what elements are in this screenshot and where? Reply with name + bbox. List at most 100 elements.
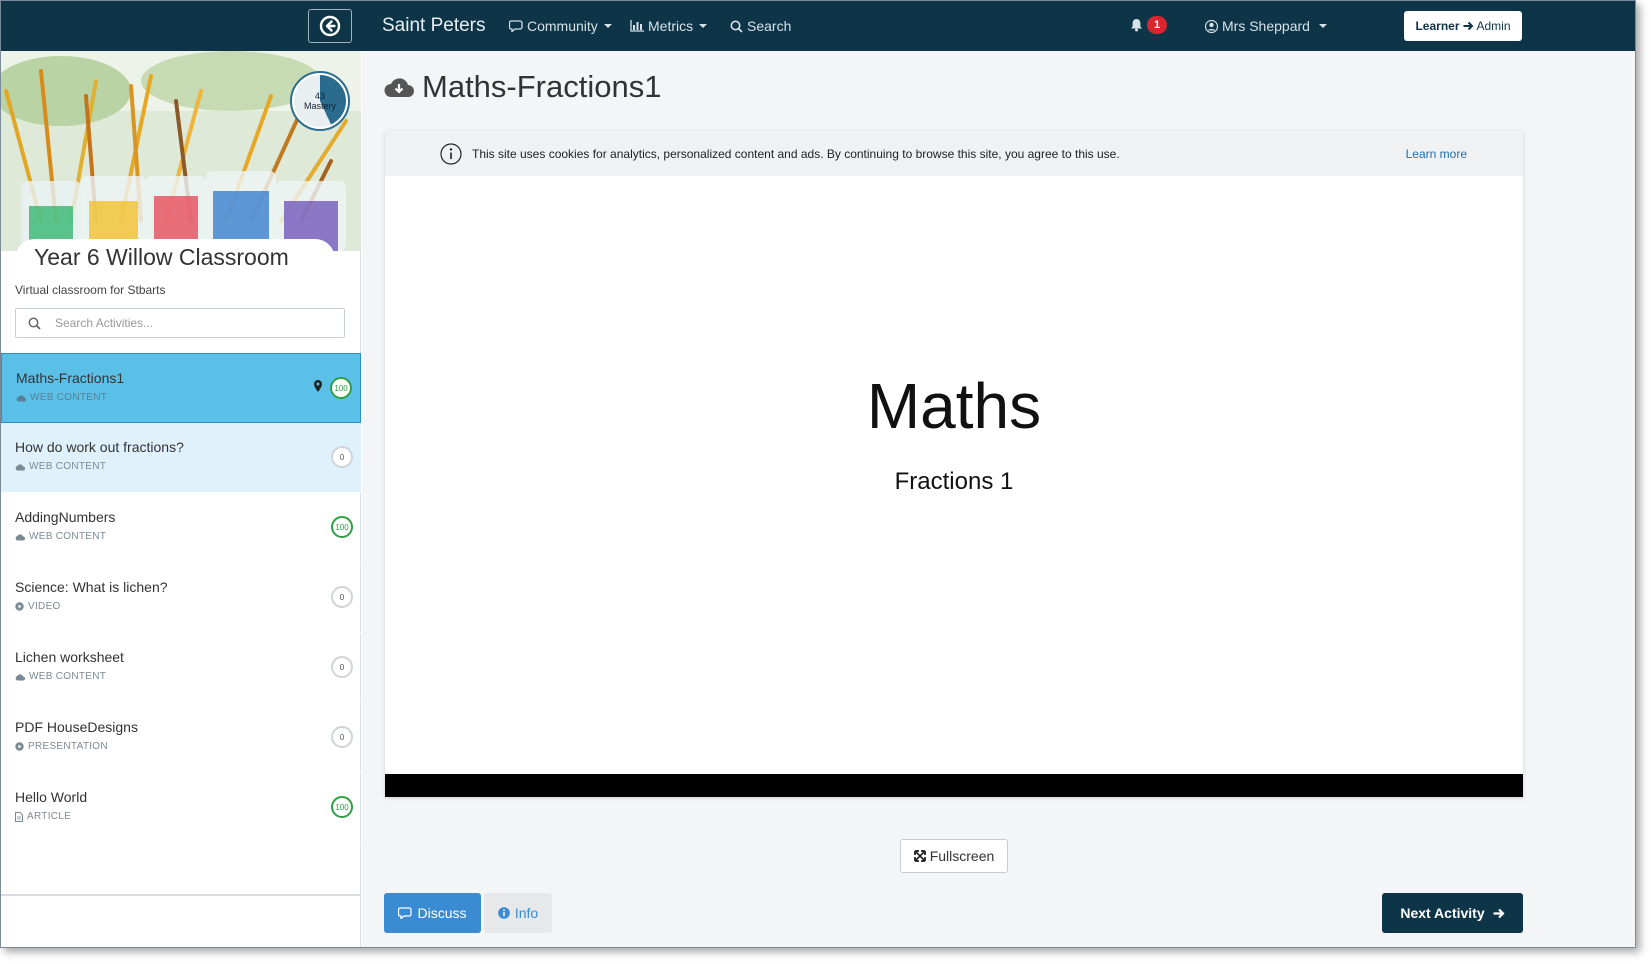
activity-title: Science: What is lichen? (15, 579, 168, 595)
activity-search-box[interactable] (15, 308, 345, 338)
page-title: Maths-Fractions1 (384, 69, 661, 105)
discuss-button[interactable]: Discuss (384, 893, 481, 933)
top-navbar: Saint Peters Community Metrics Search 1 … (1, 1, 1635, 51)
role-from-label: Learner (1415, 19, 1460, 33)
activity-score: 100 (330, 377, 352, 399)
mastery-progress-ring: 43 Mastery (294, 75, 346, 127)
map-marker-icon (314, 380, 322, 392)
activity-score: 0 (331, 586, 353, 608)
activity-type-label: WEB CONTENT (29, 531, 107, 542)
bar-chart-icon (630, 20, 644, 32)
activity-type: WEB CONTENT (15, 671, 347, 682)
activity-item[interactable]: AddingNumbers WEB CONTENT 100 (1, 493, 361, 563)
cookie-text: This site uses cookies for analytics, pe… (472, 146, 1120, 161)
activity-score: 0 (331, 446, 353, 468)
activity-score: 100 (331, 796, 353, 818)
activity-search-input[interactable] (55, 316, 315, 330)
comments-icon (509, 20, 523, 32)
nav-search-label: Search (747, 18, 792, 34)
activity-type-label: WEB CONTENT (29, 671, 107, 682)
activity-item[interactable]: Science: What is lichen? VIDEO 0 (1, 563, 361, 633)
nav-community-label: Community (527, 18, 598, 34)
chevron-down-icon (1318, 24, 1327, 28)
cookie-learn-more-link[interactable]: Learn more (1406, 147, 1467, 161)
activity-type: WEB CONTENT (15, 531, 347, 542)
activity-score: 100 (331, 516, 353, 538)
search-icon (28, 317, 41, 330)
class-title: Year 6 Willow Classroom (34, 244, 289, 270)
info-circle-icon (498, 907, 510, 919)
activity-type-label: ARTICLE (27, 811, 72, 822)
slide-title: Maths (866, 370, 1042, 442)
nav-community[interactable]: Community (509, 18, 612, 34)
notifications-button[interactable]: 1 (1130, 16, 1167, 34)
role-to-label: Admin (1476, 19, 1511, 33)
arrow-right-icon (1463, 21, 1473, 31)
activity-type: VIDEO (15, 601, 347, 612)
user-name: Mrs Sheppard (1222, 18, 1310, 34)
document-icon (15, 811, 23, 822)
sidebar-divider (1, 894, 361, 896)
activity-title: How do work out fractions? (15, 439, 184, 455)
activity-score: 0 (331, 656, 353, 678)
content-viewer[interactable]: This site uses cookies for analytics, pe… (385, 131, 1523, 797)
notification-count-badge: 1 (1147, 16, 1167, 34)
activity-type: ARTICLE (15, 811, 347, 822)
activity-type-label: VIDEO (28, 601, 61, 612)
chevron-down-icon (699, 24, 708, 28)
back-button[interactable] (308, 9, 352, 43)
nav-metrics-label: Metrics (648, 18, 694, 34)
viewer-toolbar (385, 774, 1523, 797)
activity-title: PDF HouseDesigns (15, 719, 138, 735)
activity-title: AddingNumbers (15, 509, 116, 525)
class-subtitle: Virtual classroom for Stbarts (15, 283, 166, 297)
activity-item[interactable]: Maths-Fractions1 WEB CONTENT 100 (1, 353, 361, 423)
mastery-gauge: 43 Mastery (290, 71, 350, 131)
bell-icon (1131, 19, 1142, 32)
activity-item[interactable]: How do work out fractions? WEB CONTENT 0 (1, 423, 361, 493)
cloud-icon (15, 673, 25, 680)
expand-icon (913, 850, 926, 862)
mastery-label: Mastery (303, 101, 336, 111)
classroom-banner-image: 43 Mastery (1, 51, 361, 251)
next-activity-label: Next Activity (1400, 905, 1485, 921)
main-content: Maths-Fractions1 This site uses cookies … (362, 51, 1635, 947)
chevron-down-icon (603, 24, 612, 28)
activity-list: Maths-Fractions1 WEB CONTENT 100 How do … (1, 353, 361, 843)
arrow-right-icon (1493, 908, 1505, 918)
info-circle-icon (440, 142, 462, 165)
cloud-icon (15, 463, 25, 470)
activity-score: 0 (331, 726, 353, 748)
activity-type-label: WEB CONTENT (29, 461, 107, 472)
info-button[interactable]: Info (484, 893, 552, 933)
slide-subtitle: Fractions 1 (894, 468, 1014, 495)
nav-search[interactable]: Search (730, 18, 791, 34)
page-title-text: Maths-Fractions1 (422, 69, 662, 104)
app-window: Saint Peters Community Metrics Search 1 … (0, 0, 1636, 948)
cloud-icon (15, 533, 25, 540)
brand-name[interactable]: Saint Peters (382, 15, 486, 37)
nav-metrics[interactable]: Metrics (630, 18, 708, 34)
activity-item[interactable]: Hello World ARTICLE 100 (1, 773, 361, 843)
fullscreen-label: Fullscreen (929, 848, 995, 864)
activity-item[interactable]: Lichen worksheet WEB CONTENT 0 (1, 633, 361, 703)
activity-type: WEB CONTENT (15, 461, 347, 472)
sidebar: 43 Mastery Year 6 Willow Classroom Virtu… (1, 51, 361, 947)
user-circle-icon (1205, 19, 1218, 33)
cookie-banner: This site uses cookies for analytics, pe… (385, 131, 1523, 176)
play-icon (15, 742, 24, 751)
activity-title: Maths-Fractions1 (16, 370, 125, 386)
activity-title: Lichen worksheet (15, 649, 124, 665)
search-icon (730, 20, 743, 33)
activity-title: Hello World (15, 789, 88, 805)
role-switch-button[interactable]: Learner Admin (1404, 11, 1522, 41)
cloud-icon (16, 394, 26, 401)
fullscreen-button[interactable]: Fullscreen (900, 839, 1008, 873)
next-activity-button[interactable]: Next Activity (1382, 893, 1523, 933)
activity-type-label: PRESENTATION (28, 741, 108, 752)
activity-type-label: WEB CONTENT (30, 392, 108, 403)
comments-icon (398, 907, 413, 919)
play-icon (15, 602, 24, 611)
user-menu[interactable]: Mrs Sheppard (1205, 18, 1327, 34)
activity-item[interactable]: PDF HouseDesigns PRESENTATION 0 (1, 703, 361, 773)
